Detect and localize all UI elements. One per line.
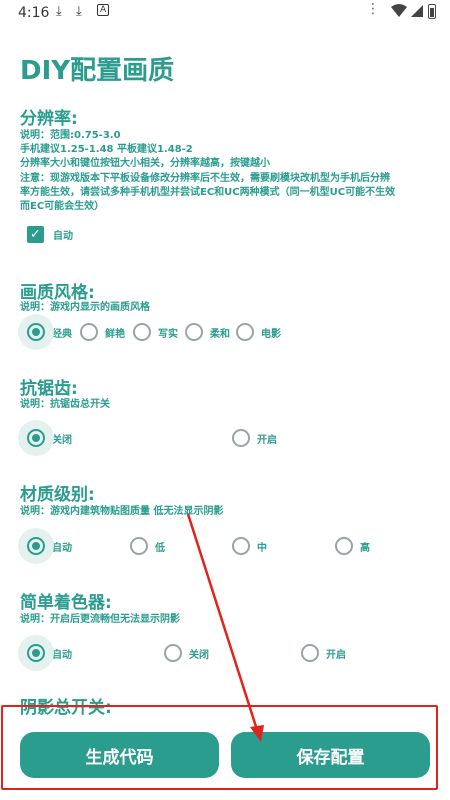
more-icon: ⋮ xyxy=(366,1,380,17)
style-title: 画质风格: xyxy=(20,283,95,303)
shader-option-label: 开启 xyxy=(326,649,346,661)
shader-option-label: 关闭 xyxy=(189,649,209,661)
texture-option-medium[interactable]: 中 xyxy=(232,537,267,555)
style-option-classic[interactable]: 经典 xyxy=(18,314,72,350)
status-bar: 4:16 ⤓ ⤓ A ⋮ xyxy=(0,0,450,26)
texture-option-label: 低 xyxy=(155,542,165,554)
shader-desc: 说明：开启后更流畅但无法显示阴影 xyxy=(20,614,180,625)
style-option-soft[interactable]: 柔和 xyxy=(185,323,230,341)
resolution-auto-label: 自动 xyxy=(53,231,73,242)
generate-code-button[interactable]: 生成代码 xyxy=(20,732,219,778)
shader-option-auto[interactable]: 自动 xyxy=(18,635,72,671)
radio-selected-icon xyxy=(27,323,45,341)
texture-option-auto[interactable]: 自动 xyxy=(18,528,72,564)
resolution-desc-6: 而EC可能会生效） xyxy=(20,201,105,212)
battery-icon xyxy=(428,4,436,19)
radio-icon xyxy=(301,644,319,662)
style-option-label: 柔和 xyxy=(210,328,230,340)
shader-option-off[interactable]: 关闭 xyxy=(164,644,209,662)
signal-icon xyxy=(411,5,423,17)
shader-option-on[interactable]: 开启 xyxy=(301,644,346,662)
radio-icon xyxy=(80,323,98,341)
radio-selected-icon xyxy=(27,537,45,555)
style-option-label: 电影 xyxy=(261,328,281,340)
antialias-desc: 说明：抗锯齿总开关 xyxy=(20,399,110,410)
radio-selected-icon xyxy=(27,644,45,662)
texture-option-label: 中 xyxy=(257,542,267,554)
antialias-option-label: 开启 xyxy=(257,434,277,446)
style-option-vivid[interactable]: 鲜艳 xyxy=(80,323,125,341)
resolution-desc-1: 说明：范围:0.75-3.0 xyxy=(20,130,121,141)
style-option-label: 鲜艳 xyxy=(105,328,125,340)
radio-icon xyxy=(130,537,148,555)
radio-icon xyxy=(232,429,250,447)
texture-option-high[interactable]: 高 xyxy=(335,537,370,555)
texture-option-label: 高 xyxy=(360,542,370,554)
antialias-title: 抗锯齿: xyxy=(20,379,78,399)
resolution-desc-4: 注意：现游戏版本下平板设备修改分辨率后不生效，需要刷模块改机型为手机后分辨 xyxy=(20,173,390,184)
wifi-icon xyxy=(391,4,407,17)
radio-icon xyxy=(185,323,203,341)
style-option-label: 经典 xyxy=(52,328,72,340)
style-desc: 说明：游戏内显示的画质风格 xyxy=(20,302,150,313)
download-icon: ⤓ xyxy=(76,4,82,19)
resolution-title: 分辨率: xyxy=(20,109,78,129)
antialias-option-on[interactable]: 开启 xyxy=(232,429,277,447)
radio-icon xyxy=(236,323,254,341)
style-option-label: 写实 xyxy=(158,328,178,340)
radio-icon xyxy=(232,537,250,555)
radio-icon xyxy=(133,323,151,341)
status-time: 4:16 xyxy=(18,5,50,21)
shader-option-label: 自动 xyxy=(52,649,72,661)
texture-option-low[interactable]: 低 xyxy=(130,537,165,555)
resolution-desc-3: 分辨率大小和键位按钮大小相关，分辨率越高，按键越小 xyxy=(20,158,270,169)
antialias-option-off[interactable]: 关闭 xyxy=(18,420,72,456)
resolution-desc-2: 手机建议1.25-1.48 平板建议1.48-2 xyxy=(20,144,193,155)
antialias-option-label: 关闭 xyxy=(52,434,72,446)
texture-title: 材质级别: xyxy=(20,485,95,505)
texture-option-label: 自动 xyxy=(52,542,72,554)
shader-title: 简单着色器: xyxy=(20,593,112,613)
font-icon: A xyxy=(97,4,110,16)
resolution-desc-5: 率方能生效，请尝试多种手机机型并尝试EC和UC两种模式（同一机型UC可能不生效 xyxy=(20,187,396,198)
resolution-auto-checkbox[interactable]: ✓ 自动 xyxy=(27,226,73,243)
radio-icon xyxy=(335,537,353,555)
texture-desc: 说明：游戏内建筑物贴图质量 低无法显示阴影 xyxy=(20,506,224,517)
check-icon: ✓ xyxy=(27,226,44,243)
radio-icon xyxy=(164,644,182,662)
radio-selected-icon xyxy=(27,429,45,447)
page-title: DIY配置画质 xyxy=(20,56,175,86)
download-icon: ⤓ xyxy=(56,4,62,19)
save-config-button[interactable]: 保存配置 xyxy=(231,732,430,778)
style-option-movie[interactable]: 电影 xyxy=(236,323,281,341)
style-option-realistic[interactable]: 写实 xyxy=(133,323,178,341)
